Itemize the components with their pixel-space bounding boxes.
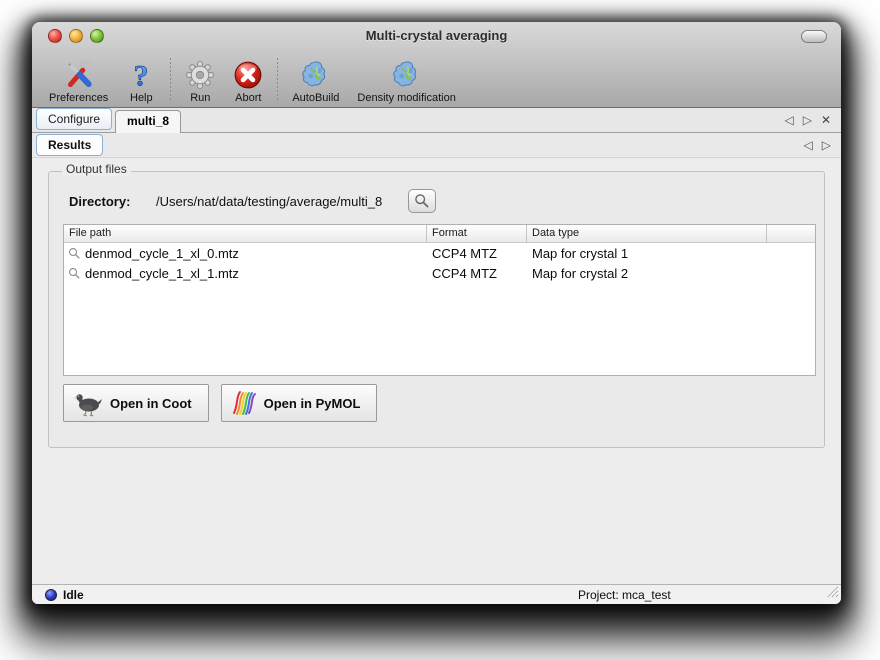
abort-button[interactable]: Abort <box>224 59 272 104</box>
toolbar-separator <box>170 58 171 102</box>
column-header-format[interactable]: Format <box>427 225 527 242</box>
question-icon: ? <box>126 59 156 91</box>
directory-row: Directory: /Users/nat/data/testing/avera… <box>69 188 436 214</box>
toolbar: Preferences ? Help <box>32 50 841 107</box>
svg-text:?: ? <box>134 60 149 90</box>
stop-icon <box>233 59 263 91</box>
format-cell: CCP4 MTZ <box>427 246 527 261</box>
help-button[interactable]: ? Help <box>117 59 165 104</box>
file-path-cell: denmod_cycle_1_xl_1.mtz <box>85 266 239 281</box>
density-model-icon <box>301 59 331 91</box>
open-in-pymol-button[interactable]: Open in PyMOL <box>221 384 378 422</box>
tab-multi-8[interactable]: multi_8 <box>115 110 181 133</box>
table-row[interactable]: denmod_cycle_1_xl_1.mtz CCP4 MTZ Map for… <box>64 263 815 283</box>
toolbar-toggle-pill-button[interactable] <box>801 30 827 43</box>
column-header-data-type[interactable]: Data type <box>527 225 767 242</box>
format-cell: CCP4 MTZ <box>427 266 527 281</box>
output-files-groupbox: Directory: /Users/nat/data/testing/avera… <box>48 171 825 448</box>
titlebar[interactable]: Multi-crystal averaging <box>32 22 841 50</box>
autobuild-label: AutoBuild <box>292 92 339 104</box>
subtab-scroll-right-icon[interactable]: ▷ <box>822 139 831 151</box>
subtab-scroll-left-icon[interactable]: ◁ <box>804 139 813 151</box>
file-path-cell: denmod_cycle_1_xl_0.mtz <box>85 246 239 261</box>
open-in-coot-button[interactable]: Open in Coot <box>63 384 209 422</box>
tab-scroll-left-icon[interactable]: ◁ <box>784 114 793 126</box>
density-modification-label: Density modification <box>357 92 455 104</box>
tab-configure[interactable]: Configure <box>36 108 112 130</box>
subtab-bar: Results ◁ ▷ <box>32 133 841 158</box>
status-indicator-icon <box>45 589 57 601</box>
directory-value: /Users/nat/data/testing/average/multi_8 <box>156 194 382 209</box>
density-modification-button[interactable]: Density modification <box>348 59 464 104</box>
tab-close-icon[interactable]: ✕ <box>821 113 831 127</box>
run-label: Run <box>190 92 210 104</box>
app-window: Multi-crystal averaging Preferences <box>32 22 841 604</box>
output-files-table[interactable]: File path Format Data type denmod_cycle_… <box>63 224 816 376</box>
coot-bird-icon <box>72 389 104 417</box>
gear-icon <box>185 59 215 91</box>
open-in-pymol-label: Open in PyMOL <box>264 396 361 411</box>
file-preview-icon[interactable] <box>68 247 81 260</box>
page-tab-bar: Configure multi_8 ◁ ▷ ✕ <box>32 108 841 133</box>
autobuild-button[interactable]: AutoBuild <box>283 59 348 104</box>
data-type-cell: Map for crystal 1 <box>527 246 767 261</box>
window-title: Multi-crystal averaging <box>32 22 841 50</box>
output-files-section-label: Output files <box>62 162 131 176</box>
density-model-icon <box>392 59 422 91</box>
help-label: Help <box>130 92 153 104</box>
preferences-button[interactable]: Preferences <box>40 59 117 104</box>
column-header-empty <box>767 225 815 242</box>
pymol-ribbon-icon <box>230 389 258 417</box>
browse-directory-button[interactable] <box>408 189 436 213</box>
status-bar: Idle Project: mca_test <box>32 584 841 604</box>
data-type-cell: Map for crystal 2 <box>527 266 767 281</box>
toolbar-separator <box>277 58 278 102</box>
column-header-file-path[interactable]: File path <box>64 225 427 242</box>
window-header: Multi-crystal averaging Preferences <box>32 22 841 108</box>
search-icon <box>414 193 430 209</box>
preferences-label: Preferences <box>49 92 108 104</box>
project-label: Project: mca_test <box>578 588 671 602</box>
resize-grip[interactable] <box>825 584 839 603</box>
tab-results[interactable]: Results <box>36 134 103 156</box>
tab-scroll-right-icon[interactable]: ▷ <box>803 114 812 126</box>
open-in-coot-label: Open in Coot <box>110 396 192 411</box>
table-row[interactable]: denmod_cycle_1_xl_0.mtz CCP4 MTZ Map for… <box>64 243 815 263</box>
viewer-buttons: Open in Coot Open in PyMOL <box>63 384 377 422</box>
results-page: Output files Directory: /Users/nat/data/… <box>32 158 841 584</box>
run-button[interactable]: Run <box>176 59 224 104</box>
directory-label: Directory: <box>69 194 156 209</box>
table-header-row: File path Format Data type <box>64 225 815 243</box>
tools-icon <box>64 59 94 91</box>
status-text: Idle <box>63 588 84 602</box>
file-preview-icon[interactable] <box>68 267 81 280</box>
abort-label: Abort <box>235 92 261 104</box>
